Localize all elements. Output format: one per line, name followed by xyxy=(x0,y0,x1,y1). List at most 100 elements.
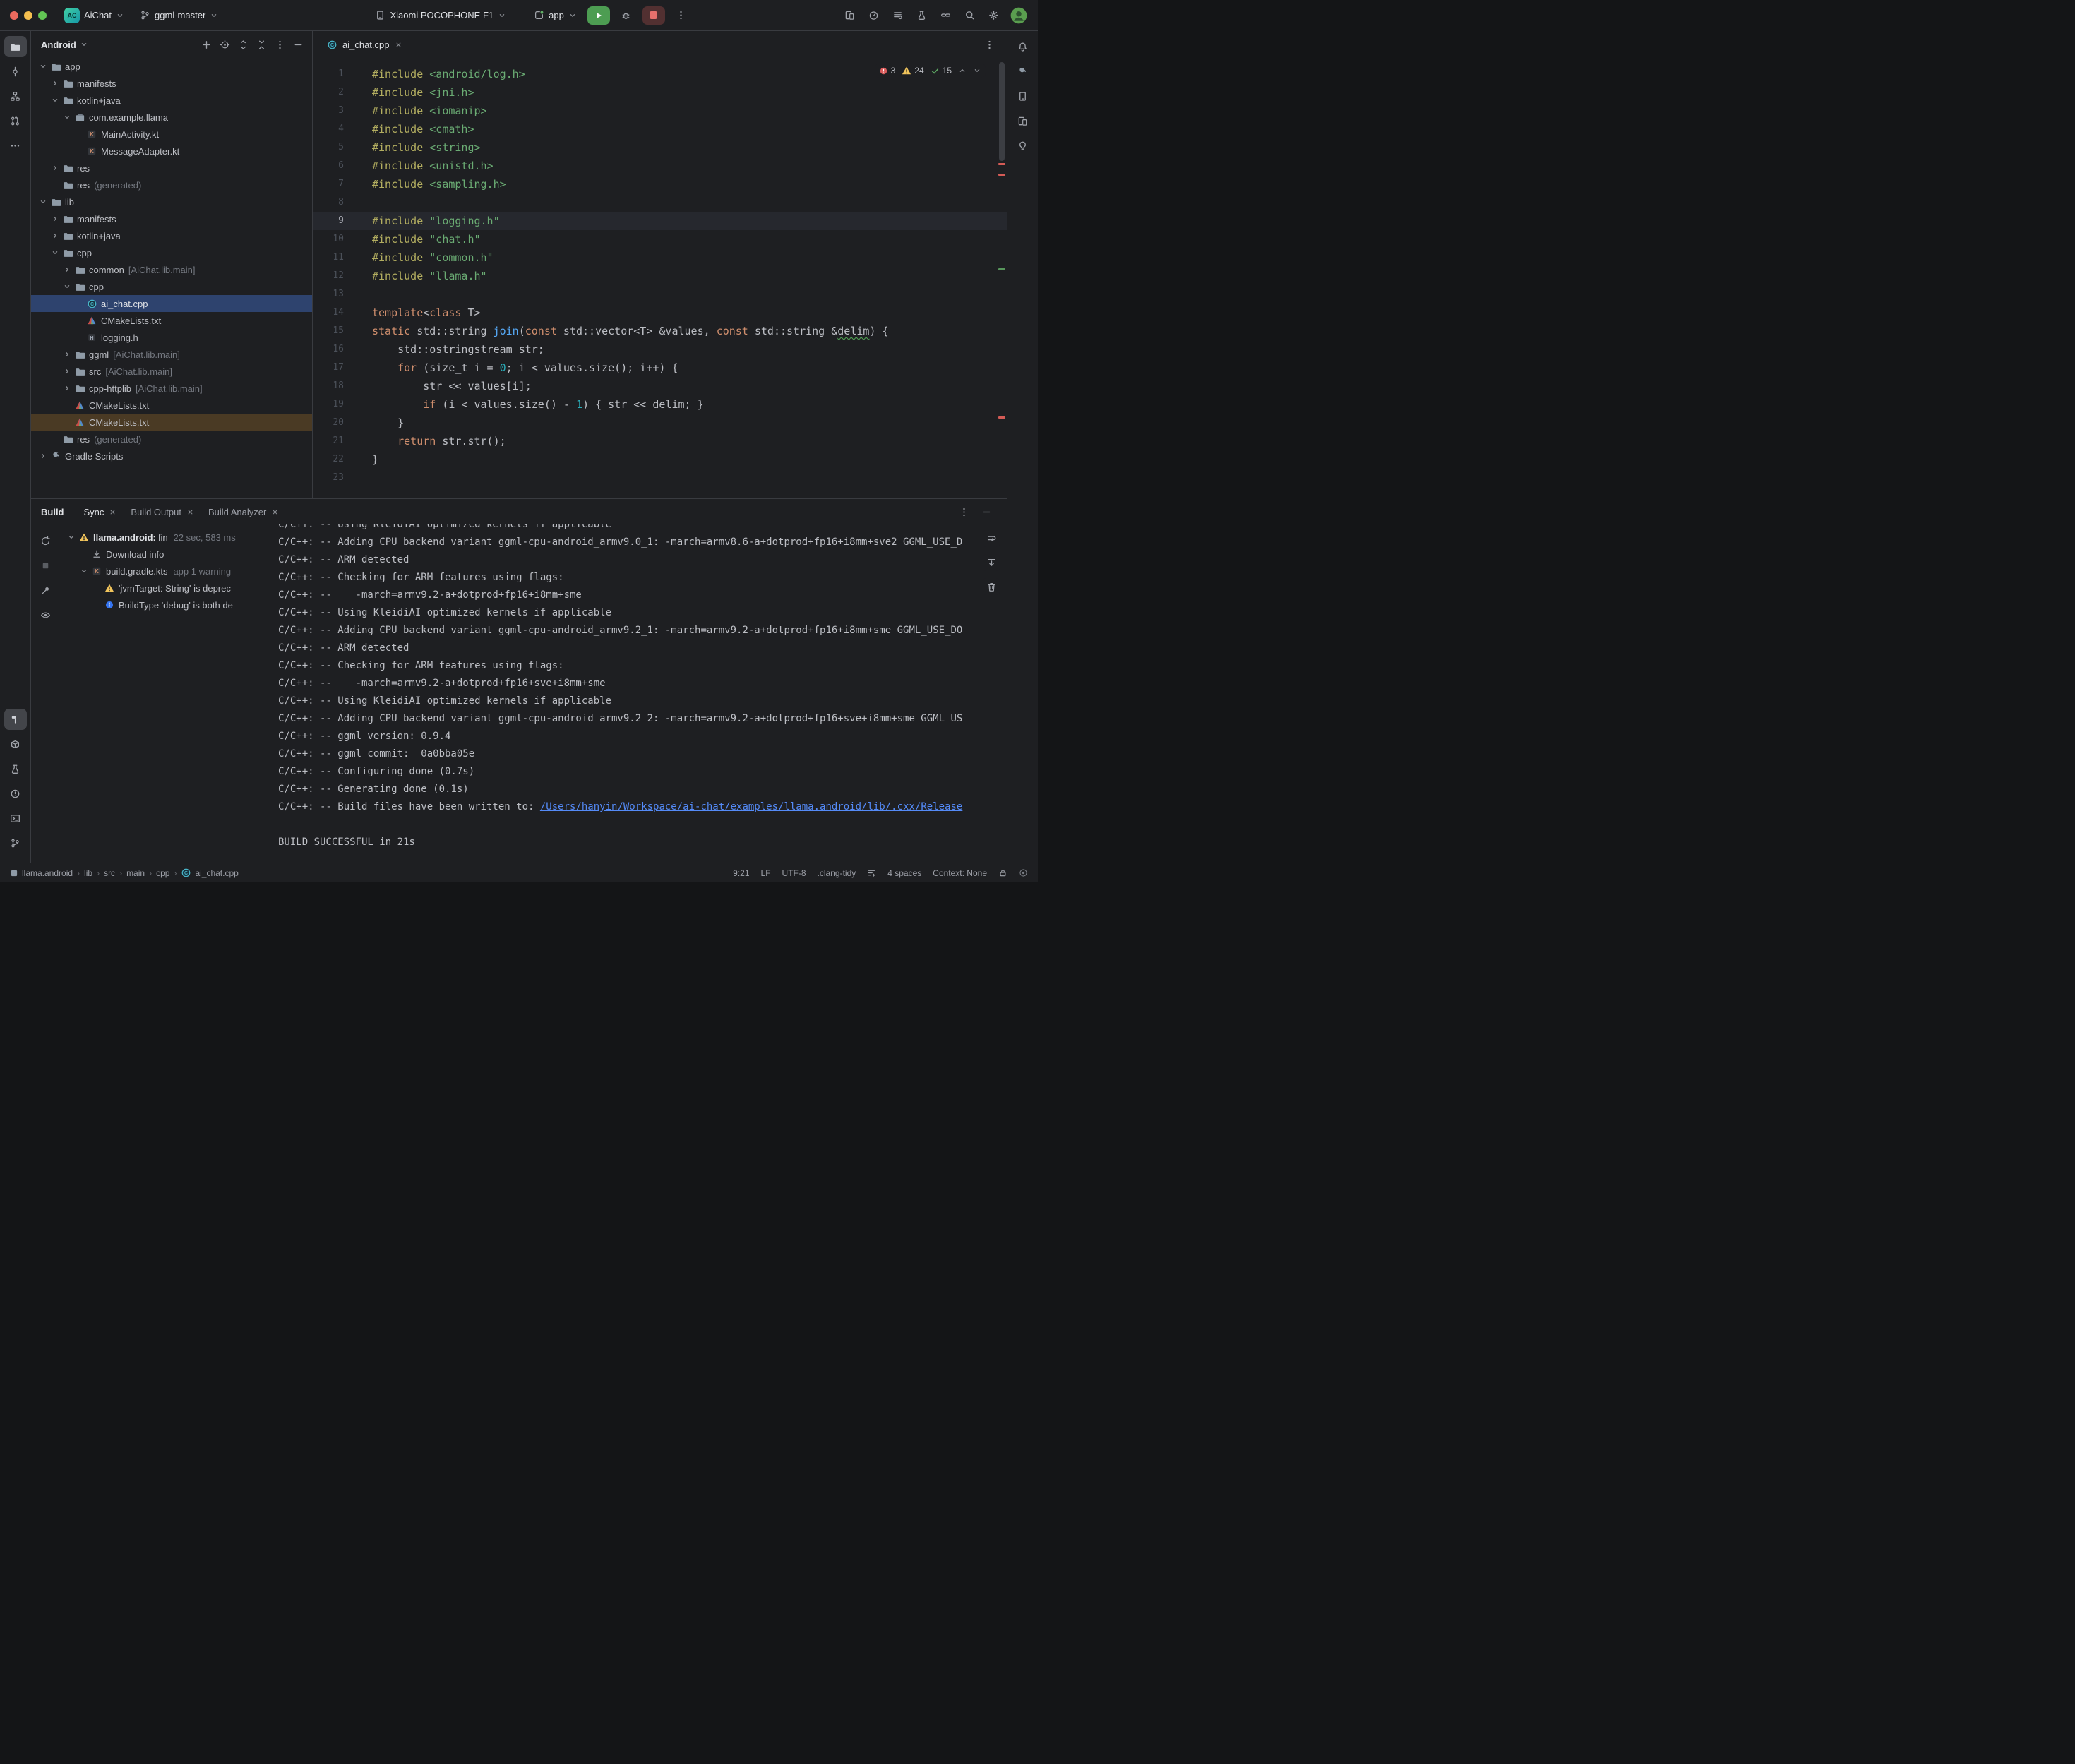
code-line[interactable]: 17 for (size_t i = 0; i < values.size();… xyxy=(313,359,1007,377)
prev-problem-icon[interactable] xyxy=(958,66,967,75)
code-line[interactable]: 7#include <sampling.h> xyxy=(313,175,1007,193)
code-line[interactable]: 16 std::ostringstream str; xyxy=(313,340,1007,359)
debug-button[interactable] xyxy=(616,6,637,25)
close-tab-icon[interactable] xyxy=(109,508,116,516)
line-number[interactable]: 4 xyxy=(313,120,358,138)
build-tab-build-output[interactable]: Build Output xyxy=(124,499,201,524)
code-line[interactable]: 9#include "logging.h" xyxy=(313,212,1007,230)
file-encoding[interactable]: UTF-8 xyxy=(782,868,806,878)
tree-item[interactable]: cpp-httplib[AiChat.lib.main] xyxy=(31,380,312,397)
output-link[interactable]: /Users/hanyin/Workspace/ai-chat/examples… xyxy=(540,801,962,812)
chevron-right-icon[interactable] xyxy=(61,350,73,359)
line-number[interactable]: 9 xyxy=(313,212,358,230)
close-tab-icon[interactable] xyxy=(395,41,402,49)
code-line[interactable]: 10#include "chat.h" xyxy=(313,230,1007,248)
tree-item[interactable]: Gradle Scripts xyxy=(31,448,312,464)
device-selector[interactable]: Xiaomi POCOPHONE F1 xyxy=(370,7,511,23)
chevron-right-icon[interactable] xyxy=(49,232,61,240)
chevron-down-icon[interactable] xyxy=(37,198,49,206)
tree-item[interactable]: res(generated) xyxy=(31,431,312,448)
tree-item[interactable]: Hlogging.h xyxy=(31,329,312,346)
caret-position[interactable]: 9:21 xyxy=(733,868,749,878)
stop-button[interactable] xyxy=(642,6,665,25)
tree-item[interactable]: CMakeLists.txt xyxy=(31,414,312,431)
code-line[interactable]: 21 return str.str(); xyxy=(313,432,1007,450)
code-line[interactable]: 19 if (i < values.size() - 1) { str << d… xyxy=(313,395,1007,414)
line-number[interactable]: 22 xyxy=(313,450,358,469)
line-number[interactable]: 3 xyxy=(313,102,358,120)
more-toolwindows-icon[interactable] xyxy=(4,135,27,156)
tree-item[interactable]: lib xyxy=(31,193,312,210)
chevron-down-icon[interactable] xyxy=(61,282,73,291)
code-line[interactable]: 20 } xyxy=(313,414,1007,432)
line-number[interactable]: 16 xyxy=(313,340,358,359)
chevron-right-icon[interactable] xyxy=(61,367,73,376)
code-line[interactable]: 8 xyxy=(313,193,1007,212)
breadcrumb-item[interactable]: src xyxy=(104,868,115,878)
tree-item[interactable]: ggml[AiChat.lib.main] xyxy=(31,346,312,363)
line-number[interactable]: 19 xyxy=(313,395,358,414)
app-inspection-icon[interactable] xyxy=(911,6,932,25)
run-configuration-selector[interactable]: app xyxy=(529,7,582,23)
project-toolwindow-icon[interactable] xyxy=(4,36,27,57)
code-line[interactable]: 14template<class T> xyxy=(313,304,1007,322)
logcat-icon[interactable] xyxy=(887,6,908,25)
line-number[interactable]: 13 xyxy=(313,285,358,304)
code-line[interactable]: 18 str << values[i]; xyxy=(313,377,1007,395)
tree-item[interactable]: KMessageAdapter.kt xyxy=(31,143,312,160)
tree-item[interactable]: manifests xyxy=(31,210,312,227)
tree-item[interactable]: 'jvmTarget: String' is deprec xyxy=(59,580,271,596)
tree-item[interactable]: com.example.llama xyxy=(31,109,312,126)
chevron-right-icon[interactable] xyxy=(49,164,61,172)
chevron-down-icon[interactable] xyxy=(49,96,61,104)
indent-status[interactable]: 4 spaces xyxy=(887,868,921,878)
problems-toolwindow-icon[interactable] xyxy=(4,783,27,804)
line-number[interactable]: 20 xyxy=(313,414,358,432)
project-view-selector[interactable]: Android xyxy=(37,37,92,52)
user-avatar[interactable] xyxy=(1010,6,1028,25)
breadcrumb-item[interactable]: cpp xyxy=(156,868,169,878)
zoom-window-button[interactable] xyxy=(38,11,47,20)
line-number[interactable]: 6 xyxy=(313,157,358,175)
breadcrumb-item[interactable]: main xyxy=(126,868,145,878)
chevron-down-icon[interactable] xyxy=(65,533,77,541)
chevron-right-icon[interactable] xyxy=(49,215,61,223)
rerun-build-icon[interactable] xyxy=(36,532,54,550)
tree-item[interactable]: cpp xyxy=(31,278,312,295)
line-number[interactable]: 11 xyxy=(313,248,358,267)
soft-wrap-icon[interactable] xyxy=(983,530,1000,547)
hide-build-panel-button[interactable] xyxy=(976,502,997,522)
code-line[interactable]: 5#include <string> xyxy=(313,138,1007,157)
line-number[interactable]: 15 xyxy=(313,322,358,340)
breadcrumb-item[interactable]: llama.android xyxy=(10,868,73,878)
run-options-menu[interactable] xyxy=(671,6,692,25)
code-line[interactable]: 12#include "llama.h" xyxy=(313,267,1007,285)
code-style-icon[interactable] xyxy=(867,868,876,877)
structure-toolwindow-icon[interactable] xyxy=(4,85,27,107)
error-stripe-mark[interactable] xyxy=(998,174,1005,176)
code-line[interactable]: 13 xyxy=(313,285,1007,304)
code-line[interactable]: 11#include "common.h" xyxy=(313,248,1007,267)
terminal-toolwindow-icon[interactable] xyxy=(4,808,27,829)
chevron-down-icon[interactable] xyxy=(37,62,49,71)
tree-item[interactable]: res xyxy=(31,160,312,176)
project-selector[interactable]: AC AiChat xyxy=(59,5,129,26)
code-line[interactable]: 22} xyxy=(313,450,1007,469)
readonly-lock-icon[interactable] xyxy=(998,868,1007,877)
line-number[interactable]: 23 xyxy=(313,469,358,487)
line-number[interactable]: 18 xyxy=(313,377,358,395)
line-number[interactable]: 14 xyxy=(313,304,358,322)
build-options-menu[interactable] xyxy=(953,502,974,522)
tree-item[interactable]: res(generated) xyxy=(31,176,312,193)
passed-indicator[interactable]: 15 xyxy=(931,66,952,76)
pin-tab-icon[interactable] xyxy=(36,581,54,599)
hide-panel-icon[interactable] xyxy=(289,36,306,53)
device-mirroring-icon[interactable] xyxy=(839,6,860,25)
chevron-right-icon[interactable] xyxy=(61,384,73,392)
errors-indicator[interactable]: 3 xyxy=(879,66,896,76)
profiler-icon[interactable] xyxy=(863,6,884,25)
search-everywhere-icon[interactable] xyxy=(959,6,980,25)
code-line[interactable]: 4#include <cmath> xyxy=(313,120,1007,138)
tree-item[interactable]: manifests xyxy=(31,75,312,92)
add-icon[interactable] xyxy=(198,36,215,53)
